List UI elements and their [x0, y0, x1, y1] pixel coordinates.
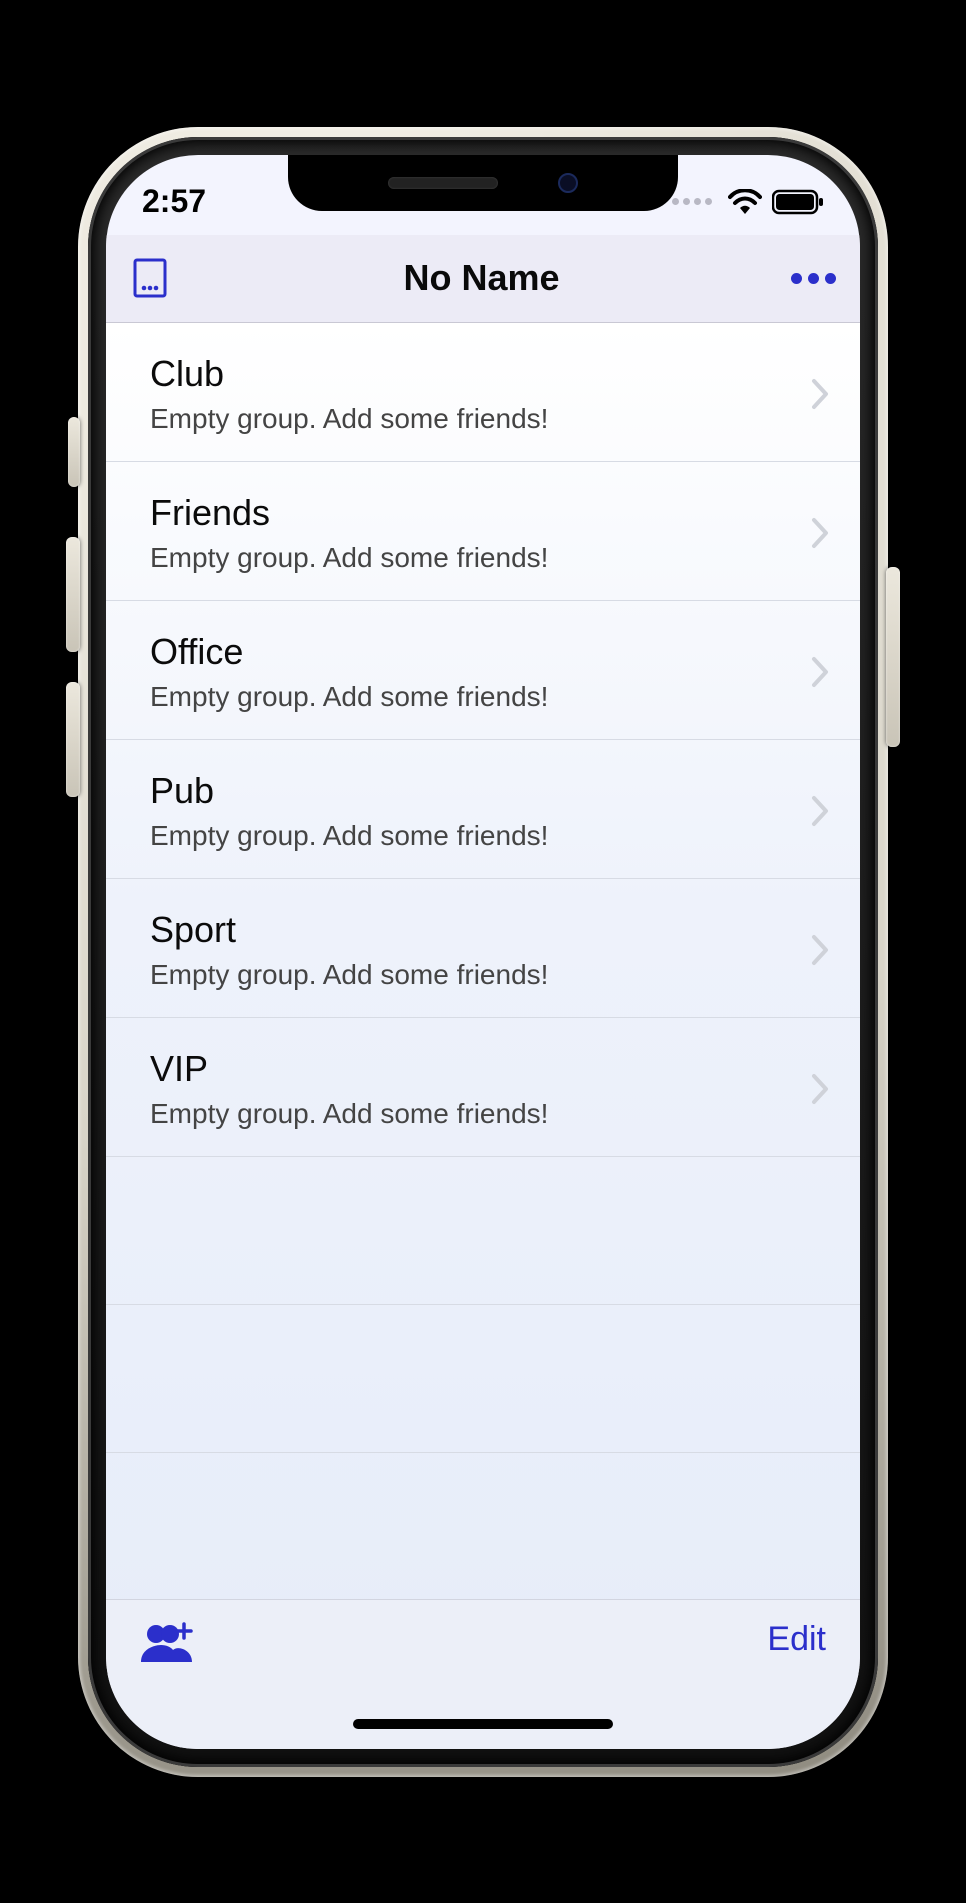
group-name: Friends: [150, 492, 798, 534]
group-row[interactable]: Sport Empty group. Add some friends!: [106, 879, 860, 1018]
battery-icon: [772, 189, 824, 215]
group-subtitle: Empty group. Add some friends!: [150, 820, 798, 852]
group-subtitle: Empty group. Add some friends!: [150, 403, 798, 435]
power-btn: [886, 567, 900, 747]
more-options-icon[interactable]: [791, 273, 836, 284]
add-group-icon[interactable]: [140, 1620, 196, 1664]
group-row[interactable]: Pub Empty group. Add some friends!: [106, 740, 860, 879]
volume-down-btn: [66, 682, 80, 797]
front-camera: [558, 173, 578, 193]
group-subtitle: Empty group. Add some friends!: [150, 542, 798, 574]
group-name: Office: [150, 631, 798, 673]
chevron-right-icon: [810, 516, 830, 550]
chevron-right-icon: [810, 933, 830, 967]
group-name: Club: [150, 353, 798, 395]
group-list[interactable]: ClubEmpty group. Add some friends!Friend…: [106, 323, 860, 1629]
group-subtitle: Empty group. Add some friends!: [150, 1098, 798, 1130]
group-name: VIP: [150, 1048, 798, 1090]
mute-switch: [68, 417, 80, 487]
speaker-grille: [388, 177, 498, 189]
chevron-right-icon: [810, 377, 830, 411]
empty-row: [106, 1157, 860, 1305]
group-row[interactable]: Club Empty group. Add some friends!: [106, 323, 860, 462]
group-row[interactable]: VIP Empty group. Add some friends!: [106, 1018, 860, 1157]
empty-row: [106, 1305, 860, 1453]
group-subtitle: Empty group. Add some friends!: [150, 681, 798, 713]
cellular-dots-icon: [672, 198, 712, 205]
home-indicator[interactable]: [353, 1719, 613, 1729]
wifi-icon: [728, 189, 762, 215]
clock: 2:57: [142, 183, 206, 220]
group-name: Sport: [150, 909, 798, 951]
contacts-book-icon[interactable]: [130, 257, 172, 299]
nav-bar: No Name: [106, 235, 860, 323]
group-row[interactable]: Friends Empty group. Add some friends!: [106, 462, 860, 601]
page-title: No Name: [172, 257, 791, 299]
phone-frame: 2:57: [78, 127, 888, 1777]
chevron-right-icon: [810, 794, 830, 828]
notch: [288, 155, 678, 211]
group-name: Pub: [150, 770, 798, 812]
group-row[interactable]: Office Empty group. Add some friends!: [106, 601, 860, 740]
volume-up-btn: [66, 537, 80, 652]
chevron-right-icon: [810, 1072, 830, 1106]
edit-button[interactable]: Edit: [767, 1620, 826, 1659]
screen: 2:57: [106, 155, 860, 1749]
group-subtitle: Empty group. Add some friends!: [150, 959, 798, 991]
chevron-right-icon: [810, 655, 830, 689]
